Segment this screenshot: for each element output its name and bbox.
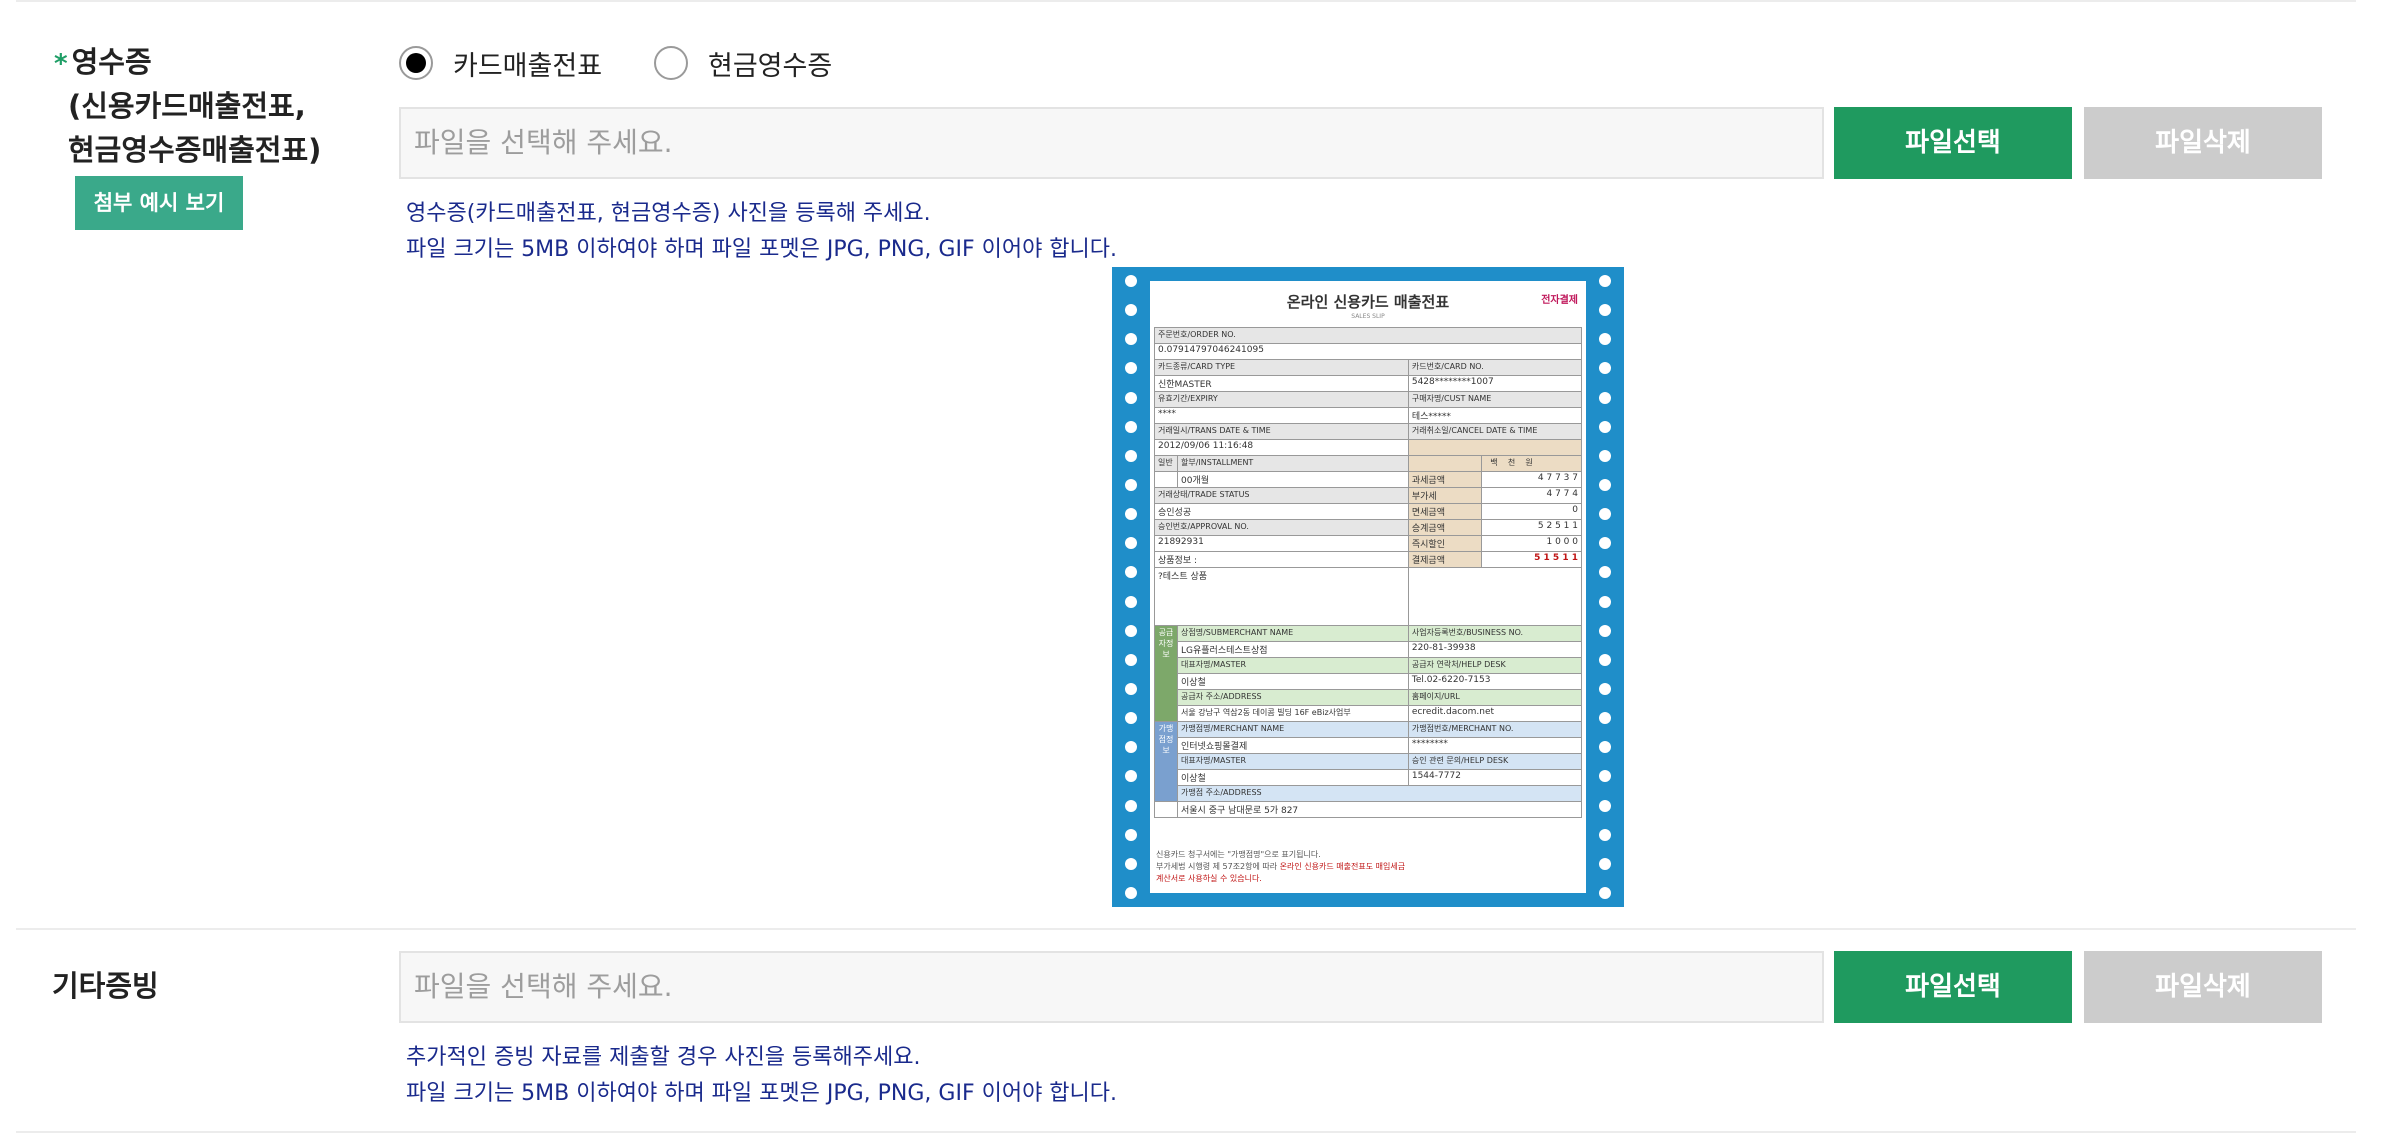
- attachment-example-button[interactable]: 첨부 예시 보기: [75, 176, 243, 230]
- receipt-label-line2: (신용카드매출전표,: [68, 89, 306, 123]
- section-divider: [16, 928, 2356, 930]
- radio-cash-circle[interactable]: [654, 46, 688, 80]
- other-file-select-button[interactable]: 파일선택: [1834, 951, 2072, 1023]
- other-file-input[interactable]: 파일을 선택해 주세요.: [399, 951, 1824, 1023]
- other-file-delete-button[interactable]: 파일삭제: [2084, 951, 2322, 1023]
- receipt-title: 온라인 신용카드 매출전표: [1286, 293, 1450, 311]
- radio-card-circle[interactable]: [399, 46, 433, 80]
- top-divider: [16, 0, 2356, 2]
- receipt-label: * 영수증: [54, 40, 152, 86]
- receipt-subtitle: SALES SLIP: [1351, 313, 1385, 320]
- radio-cash-label: 현금영수증: [708, 50, 833, 82]
- other-evidence-label: 기타증빙: [52, 969, 159, 1003]
- receipt-left-holes: [1125, 275, 1143, 899]
- receipt-label-line3: 현금영수증매출전표): [68, 133, 322, 167]
- receipt-paper: 온라인 신용카드 매출전표 SALES SLIP 전자결제 주문번호/ORDER…: [1150, 281, 1586, 893]
- receipt-right-holes: [1599, 275, 1617, 899]
- receipt-file-input[interactable]: 파일을 선택해 주세요.: [399, 107, 1824, 179]
- receipt-help-line1: 영수증(카드매출전표, 현금영수증) 사진을 등록해 주세요.: [406, 201, 931, 226]
- receipt-file-delete-button[interactable]: 파일삭제: [2084, 107, 2322, 179]
- other-help-line1: 추가적인 증빙 자료를 제출할 경우 사진을 등록해주세요.: [406, 1045, 921, 1070]
- receipt-file-select-button[interactable]: 파일선택: [1834, 107, 2072, 179]
- receipt-logo: 전자결제: [1541, 295, 1578, 306]
- receipt-label-line1: 영수증: [71, 45, 152, 79]
- receipt-footer: 신용카드 청구서에는 "가맹점명"으로 표기됩니다. 부가세법 시행령 제 57…: [1156, 850, 1406, 883]
- radio-cash-receipt[interactable]: 현금영수증: [654, 44, 832, 82]
- bottom-divider: [16, 1131, 2356, 1133]
- receipt-table: 주문번호/ORDER NO. 0.07914797046241095 카드종류/…: [1154, 327, 1583, 818]
- radio-card-slip[interactable]: 카드매출전표: [399, 44, 602, 82]
- radio-card-label: 카드매출전표: [453, 50, 603, 82]
- radio-selected-dot: [406, 53, 426, 73]
- other-help-line2: 파일 크기는 5MB 이하여야 하며 파일 포멧은 JPG, PNG, GIF …: [406, 1081, 1118, 1106]
- receipt-example-image: 온라인 신용카드 매출전표 SALES SLIP 전자결제 주문번호/ORDER…: [1112, 267, 1624, 907]
- required-mark: *: [54, 49, 68, 79]
- receipt-help-line2: 파일 크기는 5MB 이하여야 하며 파일 포멧은 JPG, PNG, GIF …: [406, 237, 1118, 262]
